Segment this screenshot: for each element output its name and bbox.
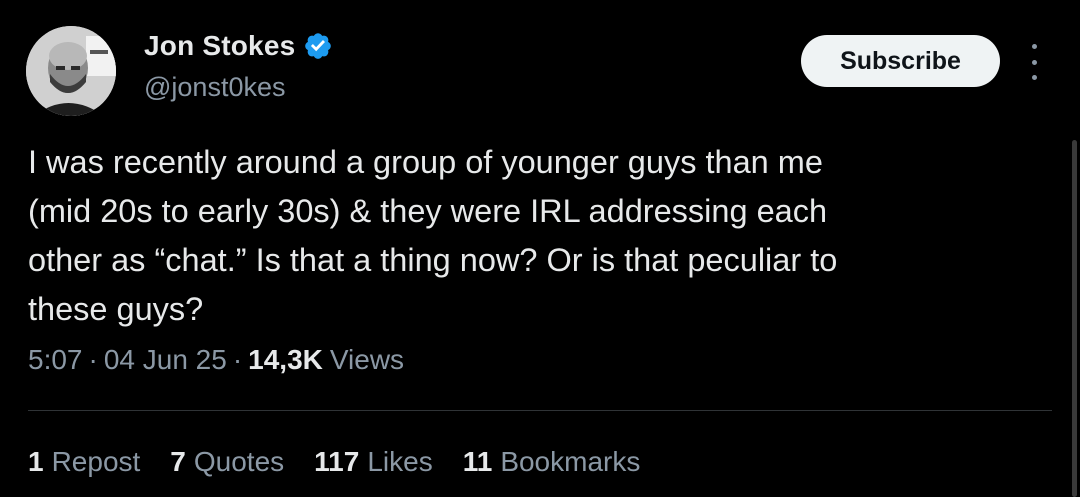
stat-likes[interactable]: 117 Likes — [314, 446, 433, 478]
stat-reposts[interactable]: 1 Repost — [28, 446, 140, 478]
scrollbar[interactable] — [1072, 140, 1077, 497]
stat-count: 117 — [314, 446, 360, 477]
views-label[interactable]: Views — [330, 344, 404, 376]
stat-label: Quotes — [193, 446, 285, 477]
views-count[interactable]: 14,3K — [248, 344, 323, 376]
meta-separator: · — [88, 344, 98, 375]
meta-separator: · — [232, 344, 243, 375]
tweet-card: Jon Stokes @jonst0kes Subscribe I was re… — [0, 0, 1080, 497]
stat-count: 1 — [28, 446, 44, 477]
tweet-meta: 5:07 · 04 Jun 25 · 14,3K Views — [28, 344, 404, 376]
tweet-time[interactable]: 5:07 — [28, 344, 83, 376]
subscribe-button[interactable]: Subscribe — [801, 35, 1000, 87]
stat-count: 7 — [170, 446, 186, 477]
divider — [28, 410, 1052, 411]
avatar[interactable] — [26, 26, 116, 116]
stat-count: 11 — [462, 446, 493, 477]
stat-quotes[interactable]: 7 Quotes — [170, 446, 284, 478]
author-name-row: Jon Stokes — [144, 30, 333, 62]
engagement-stats: 1 Repost 7 Quotes 117 Likes 11 Bookmarks — [28, 446, 670, 478]
stat-label: Bookmarks — [500, 446, 641, 477]
author-handle[interactable]: @jonst0kes — [144, 72, 285, 103]
stat-bookmarks[interactable]: 11 Bookmarks — [463, 446, 641, 478]
verified-badge-icon — [305, 33, 332, 59]
stat-label: Repost — [51, 446, 141, 477]
tweet-text: I was recently around a group of younger… — [28, 144, 838, 327]
tweet-date[interactable]: 04 Jun 25 — [104, 344, 227, 376]
stat-label: Likes — [367, 446, 433, 477]
more-vertical-icon[interactable] — [1024, 44, 1044, 80]
author-display-name[interactable]: Jon Stokes — [144, 30, 295, 62]
